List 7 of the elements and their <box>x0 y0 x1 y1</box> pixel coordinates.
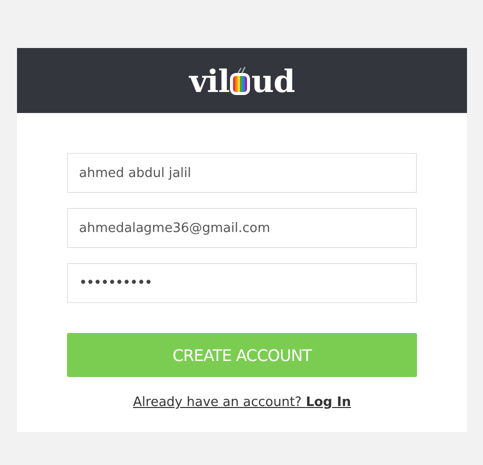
logo-text: ud <box>251 66 295 98</box>
input-field[interactable]: ahmed abdul jalil <box>67 153 417 193</box>
logo-text: vil <box>189 66 230 98</box>
password-field[interactable]: •••••••••• <box>67 263 417 303</box>
tv-icon <box>230 65 250 95</box>
login-link[interactable]: Already have an account? Log In <box>133 395 351 410</box>
input-field[interactable]: ahmedalagme36@gmail.com <box>67 208 417 248</box>
